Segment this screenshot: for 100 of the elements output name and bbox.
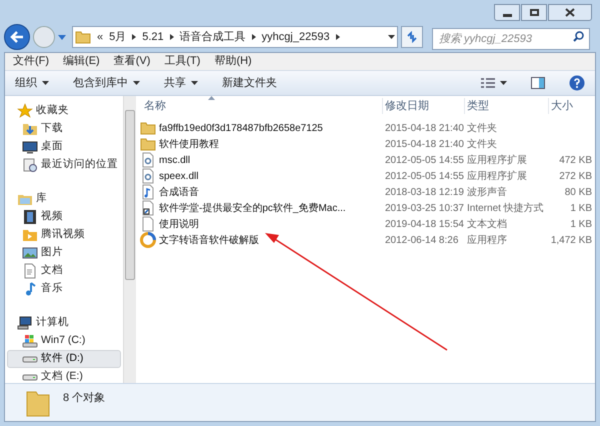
help-icon [569,75,585,91]
nav-item[interactable]: Win7 (C:) [41,333,86,349]
menu-item[interactable]: 文件(F) [13,53,50,70]
scrollbar-thumb[interactable] [125,110,135,280]
breadcrumb-item[interactable]: 5.21 [142,28,164,46]
size-cell: 272 KB [559,170,592,182]
minimize-button[interactable] [494,4,520,21]
type-cell: 文件夹 [467,138,497,150]
help-button[interactable] [569,75,585,91]
nav-item[interactable]: 文档 [41,263,63,279]
type-cell: 文件夹 [467,122,497,134]
file-name[interactable]: msc.dll [159,152,190,168]
breadcrumb-item[interactable]: 5月 [109,28,126,46]
computer-icon [17,315,33,331]
preview-pane-button[interactable] [531,77,545,89]
list-view-icon [481,77,495,89]
date-cell: 2012-05-05 14:55 [385,154,464,166]
drive-icon [22,374,38,380]
nav-item[interactable]: 图片 [41,245,63,261]
text-file-icon [140,216,156,232]
chevron-icon [252,34,256,40]
file-name[interactable]: 文字转语音软件破解版 [159,232,259,248]
recent-places-icon [22,157,38,173]
nav-item[interactable]: 视频 [41,209,63,225]
chevron-icon [170,34,174,40]
file-name[interactable]: 合成语音 [159,184,199,200]
nav-scrollbar[interactable] [123,96,136,383]
file-name[interactable]: 软件使用教程 [159,136,219,152]
caret-icon [191,81,198,85]
maximize-button[interactable] [521,4,547,21]
nav-item[interactable]: 文档 (E:) [41,369,83,385]
nav-group-item[interactable]: 计算机 [36,315,69,331]
type-cell: 文本文档 [467,218,507,230]
date-cell: 2012-06-14 8:26 [385,234,458,246]
back-button[interactable] [4,24,30,50]
refresh-button[interactable] [401,26,423,48]
menu-item[interactable]: 编辑(E) [63,53,100,70]
close-button[interactable] [548,4,592,21]
caret-icon [133,81,140,85]
search-field[interactable]: 搜索 yyhcgj_22593 [432,28,590,50]
toolbar-button[interactable]: 包含到库中 [73,74,140,92]
gear-file-icon [140,168,156,184]
monitor-icon [22,139,38,155]
shortcut-file-icon [140,200,156,216]
back-arrow-icon [10,31,24,43]
size-cell: 1 KB [570,202,592,214]
toolbar-button[interactable]: 共享 [164,74,198,92]
address-bar[interactable]: « 5月 5.21 语音合成工具 yyhcgj_22593 [72,26,398,48]
caret-icon [42,81,49,85]
file-name[interactable]: fa9ffb19ed0f3d178487bfb2658e7125 [159,120,323,136]
history-caret-icon [58,34,66,40]
date-cell: 2015-04-18 21:40 [385,138,464,150]
refresh-arrows-icon [406,31,418,43]
type-cell: Internet 快捷方式 [467,202,544,214]
document-icon [22,263,38,279]
breadcrumb-item[interactable]: 语音合成工具 [180,28,246,46]
date-cell: 2019-04-18 15:54 [385,218,464,230]
nav-item[interactable]: 下载 [41,121,63,137]
file-name[interactable]: 使用说明 [159,216,199,232]
play-folder-icon [22,227,38,243]
toolbar-button[interactable]: 组织 [15,74,49,92]
menu-item[interactable]: 帮助(H) [214,53,252,70]
date-cell: 2012-05-05 14:55 [385,170,464,182]
breadcrumb-item[interactable]: « [97,28,104,46]
menu-item[interactable]: 查看(V) [114,53,150,70]
caret-icon [500,81,507,85]
type-cell: 应用程序 [467,234,507,246]
chevron-icon [132,34,136,40]
star-icon [17,103,33,119]
preview-pane-icon [531,77,545,89]
size-cell: 1,472 KB [550,234,592,246]
nav-item[interactable]: 腾讯视频 [41,227,85,243]
file-name[interactable]: 软件学堂-提供最安全的pc软件_免费Mac... [159,200,346,216]
search-icon [573,31,584,42]
picture-icon [22,245,38,261]
date-cell: 2018-03-18 12:19 [385,186,464,198]
chevron-icon [336,34,340,40]
file-name[interactable]: speex.dll [159,168,198,184]
size-cell: 80 KB [564,186,592,198]
system-drive-icon [22,333,38,349]
nav-item[interactable]: 桌面 [41,139,63,155]
column-header[interactable]: 名称 [136,98,382,114]
view-options-button[interactable] [481,77,507,89]
column-header[interactable]: 修改日期 [382,98,464,114]
app-icon [140,232,156,248]
toolbar-button[interactable]: 新建文件夹 [222,74,277,92]
nav-item[interactable]: 最近访问的位置 [41,157,118,173]
size-cell: 1 KB [570,218,592,230]
type-cell: 应用程序扩展 [467,170,527,182]
size-cell: 472 KB [559,154,592,166]
menu-item[interactable]: 工具(T) [164,53,200,70]
breadcrumb-item[interactable]: yyhcgj_22593 [262,28,330,46]
nav-item[interactable]: 音乐 [41,281,63,297]
type-cell: 应用程序扩展 [467,154,527,166]
gear-file-icon [140,152,156,168]
item-count: 8 个对象 [63,391,106,406]
nav-group-item[interactable]: 库 [36,191,47,207]
column-header[interactable]: 类型 [464,98,548,114]
column-header[interactable]: 大小 [548,98,594,114]
nav-group-item[interactable]: 收藏夹 [36,103,69,119]
